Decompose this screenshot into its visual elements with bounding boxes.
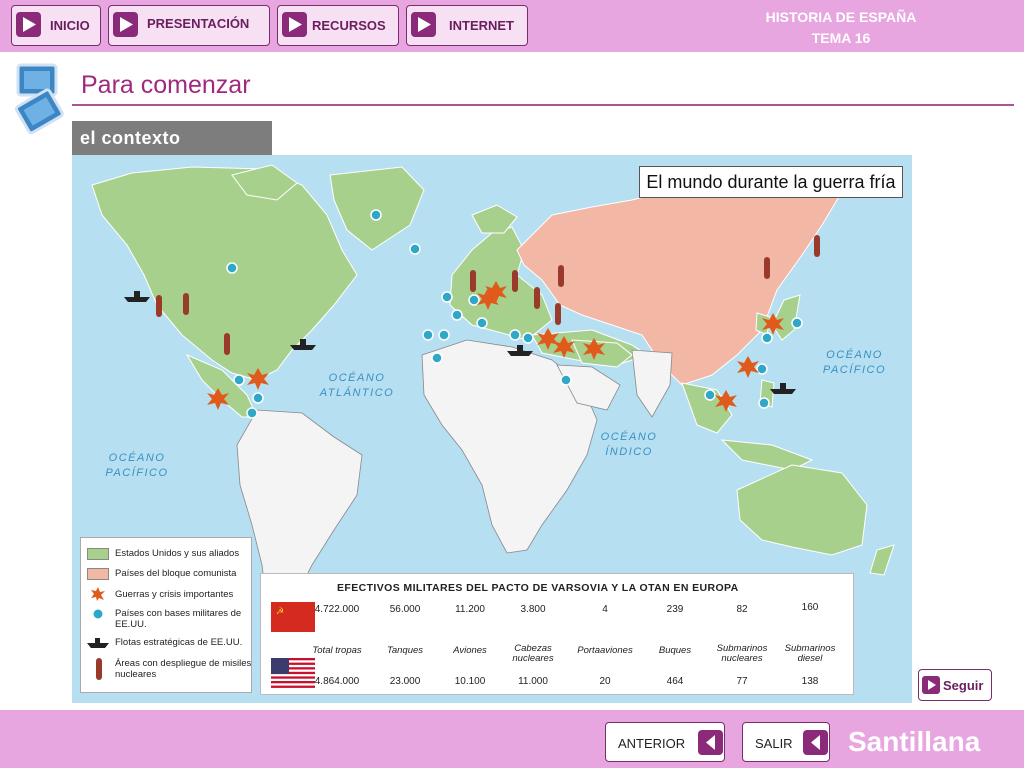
play-icon — [411, 12, 436, 37]
military-forces-table: EFECTIVOS MILITARES DEL PACTO DE VARSOVI… — [260, 573, 854, 695]
category-label: Submarinos nucleares — [716, 643, 768, 664]
nato-value: 77 — [736, 676, 748, 687]
category-label: Tanques — [386, 645, 424, 656]
seguir-label: Seguir — [943, 678, 984, 693]
nato-value: 4.864.000 — [314, 676, 360, 687]
page-title: Para comenzar — [81, 71, 251, 99]
nav-internet-button[interactable]: INTERNET — [406, 5, 528, 46]
nato-value: 11.000 — [518, 676, 548, 687]
top-bar: INICIO PRESENTACIÓN RECURSOS INTERNET HI… — [0, 0, 1024, 52]
legend-wars-label: Guerras y crisis importantes — [115, 589, 234, 600]
nav-internet-label: INTERNET — [449, 18, 514, 33]
missile-icon — [96, 658, 102, 680]
ocean-label-indian: OCÉANO ÍNDICO — [600, 431, 658, 458]
play-icon — [922, 676, 940, 694]
nato-value: 23.000 — [389, 676, 421, 687]
ship-icon — [87, 638, 109, 648]
category-label: Portaaviones — [577, 645, 633, 656]
nav-recursos-button[interactable]: RECURSOS — [277, 5, 399, 46]
warsaw-value: 11.200 — [455, 604, 485, 615]
salir-button[interactable]: SALIR — [742, 722, 830, 762]
nato-value: 20 — [599, 676, 611, 687]
ocean-label-atlantic: OCÉANO ATLÁNTICO — [319, 372, 395, 399]
base-star-icon — [92, 608, 104, 620]
play-icon — [282, 12, 307, 37]
warsaw-value: 160 — [801, 602, 819, 613]
header-title-line1: HISTORIA DE ESPAÑA — [765, 9, 917, 25]
salir-label: SALIR — [755, 736, 793, 751]
nav-inicio-button[interactable]: INICIO — [11, 5, 101, 46]
exit-arrow-icon — [803, 730, 828, 755]
legend-fleets-label: Flotas estratégicas de EE.UU. — [115, 637, 243, 648]
play-icon — [16, 12, 41, 37]
nav-presentacion-button[interactable]: PRESENTACIÓN — [108, 5, 270, 46]
map-title: El mundo durante la guerra fría — [639, 166, 903, 198]
communist-swatch — [87, 568, 109, 580]
ocean-label-pacific-right: OCÉANO PACÍFICO — [822, 349, 887, 376]
screens-icon — [15, 63, 64, 135]
warsaw-value: 56.000 — [389, 604, 421, 615]
category-label: Cabezas nucleares — [512, 643, 554, 664]
brand-logo: Santillana — [848, 726, 981, 757]
nato-value: 10.100 — [454, 676, 486, 687]
nav-presentacion-label: PRESENTACIÓN — [147, 16, 250, 31]
warsaw-value: 3.800 — [520, 604, 546, 615]
legend-missiles-label: Áreas con despliegue de misiles nucleare… — [115, 658, 252, 680]
header-title-line2: TEMA 16 — [811, 30, 871, 46]
map-legend: Estados Unidos y sus aliados Países del … — [80, 537, 252, 693]
legend-communist-label: Países del bloque comunista — [115, 568, 237, 579]
warsaw-value: 4 — [602, 604, 608, 615]
legend-allies-label: Estados Unidos y sus aliados — [115, 548, 240, 559]
table-title: EFECTIVOS MILITARES DEL PACTO DE VARSOVI… — [337, 582, 739, 594]
nato-value: 138 — [801, 676, 819, 687]
explosion-icon — [91, 587, 105, 601]
nav-recursos-label: RECURSOS — [312, 18, 386, 33]
back-arrow-icon — [698, 730, 723, 755]
header-title: HISTORIA DE ESPAÑA TEMA 16 — [761, 7, 921, 49]
category-label: Total tropas — [312, 645, 362, 656]
title-divider — [72, 104, 1014, 106]
legend-bases-label: Países con bases militares de EE.UU. — [115, 608, 242, 630]
anterior-button[interactable]: ANTERIOR — [605, 722, 725, 762]
nato-value: 464 — [666, 676, 684, 687]
allies-swatch — [87, 548, 109, 560]
section-tab: el contexto — [72, 121, 272, 155]
seguir-button[interactable]: Seguir — [918, 669, 992, 701]
warsaw-value: 4.722.000 — [314, 604, 360, 615]
ocean-label-pacific-left: OCÉANO PACÍFICO — [105, 452, 169, 479]
cold-war-map: El mundo durante la guerra fría OCÉANO A… — [72, 155, 912, 703]
play-icon — [113, 12, 138, 37]
category-label: Submarinos diesel — [784, 643, 836, 664]
anterior-label: ANTERIOR — [618, 736, 686, 751]
slide: INICIO PRESENTACIÓN RECURSOS INTERNET HI… — [0, 0, 1024, 768]
warsaw-value: 239 — [666, 604, 684, 615]
category-label: Buques — [658, 645, 692, 656]
warsaw-value: 82 — [736, 604, 748, 615]
category-label: Aviones — [453, 645, 487, 656]
svg-text:☭: ☭ — [276, 607, 284, 617]
nav-inicio-label: INICIO — [50, 18, 90, 33]
